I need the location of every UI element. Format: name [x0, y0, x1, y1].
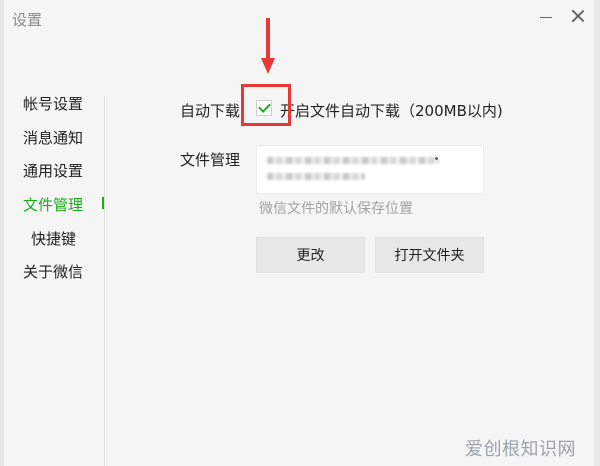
file-management-label: 文件管理 [180, 151, 241, 169]
sidebar-item-file-management[interactable]: 文件管理 [23, 194, 83, 215]
left-edge [0, 0, 4, 466]
minimize-button[interactable] [534, 4, 558, 28]
close-button[interactable] [566, 4, 590, 28]
blurred-path-line [267, 173, 365, 180]
sidebar-item-general[interactable]: 通用设置 [23, 160, 83, 181]
watermark: 爱创根知识网 [465, 439, 576, 460]
sidebar-divider [104, 96, 105, 466]
arrow-down-icon [266, 18, 270, 58]
window-title: 设置 [12, 11, 43, 29]
auto-download-checkbox[interactable] [256, 100, 272, 116]
sidebar-item-about[interactable]: 关于微信 [23, 261, 83, 282]
active-indicator [102, 197, 104, 209]
right-edge [594, 0, 600, 466]
sidebar-item-shortcuts[interactable]: 快捷键 [31, 228, 76, 249]
check-icon [257, 100, 271, 113]
file-path-field [256, 145, 484, 194]
auto-download-checkbox-label[interactable]: 开启文件自动下载（200MB以内) [280, 100, 503, 121]
auto-download-label: 自动下载 [180, 102, 241, 120]
sidebar-item-account[interactable]: 帐号设置 [23, 93, 83, 114]
close-icon [571, 9, 585, 23]
open-folder-button[interactable]: 打开文件夹 [375, 237, 484, 273]
sidebar-item-notifications[interactable]: 消息通知 [23, 127, 83, 148]
blurred-path-line [267, 157, 439, 164]
change-button[interactable]: 更改 [256, 237, 365, 273]
path-dot [435, 157, 438, 160]
file-location-hint: 微信文件的默认保存位置 [259, 201, 413, 217]
minimize-icon [540, 16, 552, 18]
arrow-head [261, 58, 275, 74]
settings-window: 设置 帐号设置 消息通知 通用设置 文件管理 快捷键 关于微信 自动下载 开启文… [0, 0, 600, 466]
